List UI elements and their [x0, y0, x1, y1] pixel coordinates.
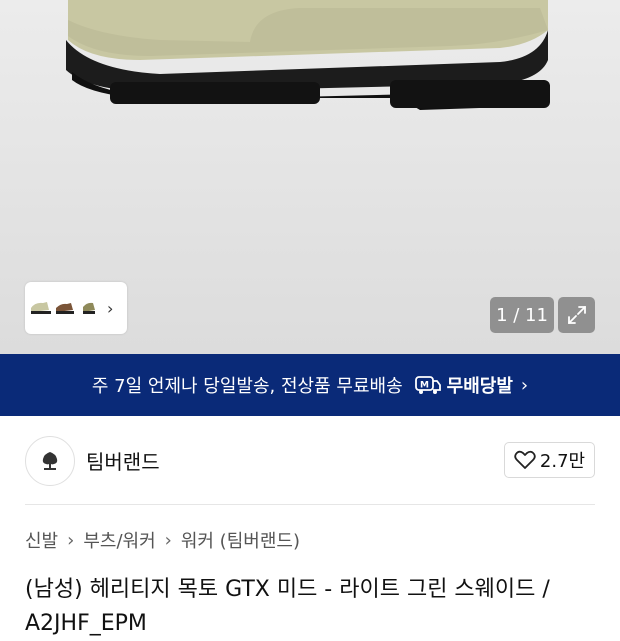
breadcrumb-item[interactable]: 부츠/워커: [83, 527, 155, 553]
breadcrumb: 신발 › 부츠/워커 › 워커 (팀버랜드): [0, 505, 620, 553]
brand-row: 팀버랜드 2.7만: [0, 416, 620, 504]
chevron-right-icon: ›: [520, 374, 529, 396]
brand-name[interactable]: 팀버랜드: [86, 446, 160, 475]
thumbnail-2[interactable]: [53, 289, 77, 327]
product-image-gallery[interactable]: › 1 / 11: [0, 0, 620, 354]
shipping-banner-text: 주 7일 언제나 당일발송, 전상품 무료배송: [91, 376, 403, 397]
like-button[interactable]: 2.7만: [504, 442, 595, 478]
delivery-truck-icon: M: [414, 376, 441, 394]
breadcrumb-item[interactable]: 신발: [25, 527, 58, 553]
like-count: 2.7만: [539, 451, 586, 472]
thumbnail-3[interactable]: [77, 289, 101, 327]
svg-text:M: M: [420, 381, 429, 391]
chevron-right-icon: ›: [67, 529, 75, 551]
expand-icon[interactable]: [558, 297, 595, 333]
image-counter: 1 / 11: [490, 297, 554, 333]
breadcrumb-item[interactable]: 워커 (팀버랜드): [181, 527, 300, 553]
product-title: (남성) 헤리티지 목토 GTX 미드 - 라이트 그린 스웨이드 / A2JH…: [25, 577, 550, 636]
brand-logo[interactable]: [25, 436, 75, 486]
thumbnail-1[interactable]: [29, 289, 53, 327]
chevron-right-icon: ›: [164, 529, 172, 551]
heart-icon: [514, 450, 536, 469]
banner-brand-label: 무배당발: [446, 376, 513, 397]
banner-brand: M 무배당발: [414, 372, 513, 398]
thumbnail-strip[interactable]: ›: [25, 282, 127, 334]
thumbnail-next-arrow[interactable]: ›: [107, 299, 113, 318]
shipping-banner[interactable]: 주 7일 언제나 당일발송, 전상품 무료배송 M 무배당발 ›: [0, 354, 620, 416]
tree-logo-icon: [42, 452, 58, 470]
